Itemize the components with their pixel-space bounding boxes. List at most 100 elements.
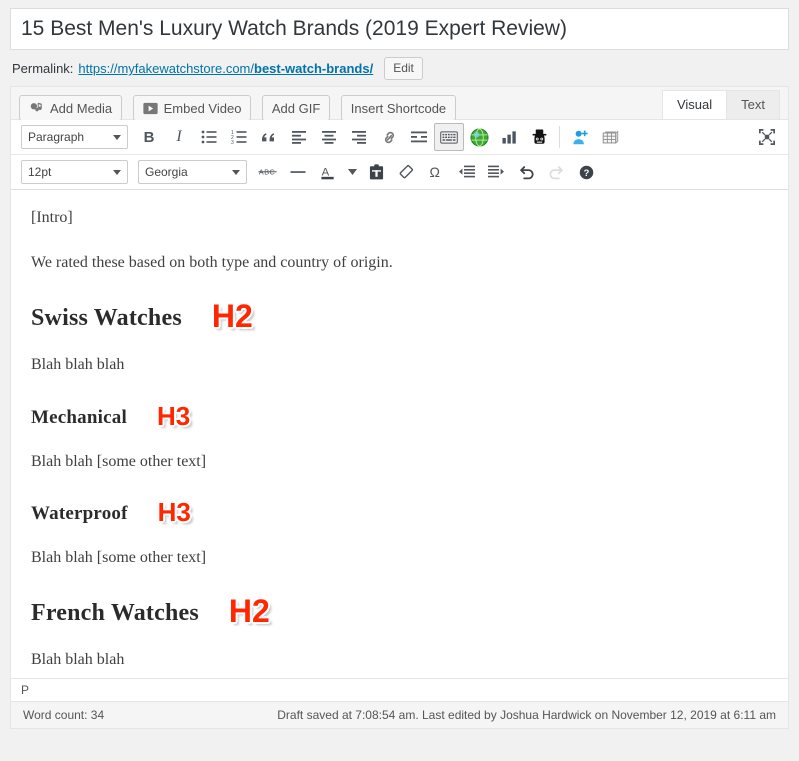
strikethrough-button[interactable]: ABC	[253, 158, 283, 186]
add-media-button[interactable]: Add Media	[19, 95, 122, 121]
font-family-value: Georgia	[145, 165, 224, 179]
bulleted-list-button[interactable]	[194, 123, 224, 151]
align-center-button[interactable]	[314, 123, 344, 151]
editor-container: Add Media Embed Video Add GIF Insert Sho…	[10, 86, 789, 729]
italic-button[interactable]: I	[164, 123, 194, 151]
permalink-url[interactable]: https://myfakewatchstore.com/best-watch-…	[78, 61, 373, 76]
embed-video-button[interactable]: Embed Video	[133, 95, 252, 121]
undo-icon	[518, 165, 535, 180]
seo-globe-button[interactable]	[464, 123, 494, 151]
svg-text:A: A	[322, 166, 330, 178]
media-buttons-row: Add Media Embed Video Add GIF Insert Sho…	[11, 87, 788, 120]
tab-text[interactable]: Text	[726, 90, 780, 119]
chevron-down-icon	[113, 170, 121, 175]
embed-video-label: Embed Video	[164, 101, 242, 116]
insert-link-button[interactable]	[374, 123, 404, 151]
annotation-h3-waterproof: H3	[158, 497, 191, 528]
wordpress-post-editor: Permalink: https://myfakewatchstore.com/…	[0, 0, 799, 761]
editor-content-area[interactable]: [Intro] We rated these based on both typ…	[11, 190, 788, 678]
spy-hat-icon	[531, 129, 548, 145]
add-user-icon	[572, 130, 589, 145]
numbered-list-icon: 1 2 3	[231, 130, 247, 144]
heading-row-waterproof: Waterproof H3	[31, 495, 768, 526]
undo-button[interactable]	[511, 158, 541, 186]
clear-formatting-button[interactable]	[391, 158, 421, 186]
text-color-button[interactable]: A	[313, 158, 343, 186]
heading-mechanical: Mechanical	[31, 407, 127, 429]
font-size-select[interactable]: 12pt	[21, 160, 128, 184]
decrease-indent-button[interactable]	[451, 158, 481, 186]
table-icon	[602, 130, 619, 145]
add-user-button[interactable]	[565, 123, 595, 151]
align-right-button[interactable]	[344, 123, 374, 151]
editor-mode-tabs: Visual Text	[663, 90, 780, 119]
fullscreen-button[interactable]	[752, 123, 782, 151]
text-color-dropdown[interactable]	[343, 158, 361, 186]
annotation-h2-swiss: H2	[212, 298, 253, 335]
permalink-slug: best-watch-brands/	[254, 61, 373, 76]
numbered-list-button[interactable]: 1 2 3	[224, 123, 254, 151]
paragraph-format-select[interactable]: Paragraph	[21, 125, 128, 149]
special-character-button[interactable]: Ω	[421, 158, 451, 186]
seo-globe-icon	[470, 128, 489, 147]
read-more-icon	[411, 131, 427, 143]
link-icon	[381, 130, 398, 145]
toolbar-toggle-button[interactable]	[434, 123, 464, 151]
horizontal-line-button[interactable]	[283, 158, 313, 186]
align-left-icon	[291, 130, 307, 144]
insert-shortcode-button[interactable]: Insert Shortcode	[341, 95, 456, 121]
align-right-icon	[351, 130, 367, 144]
post-title-input[interactable]	[10, 8, 789, 50]
keyboard-icon	[440, 131, 458, 144]
chevron-down-icon	[348, 169, 357, 175]
add-media-icon	[29, 101, 44, 116]
permalink-base: https://myfakewatchstore.com/	[78, 61, 254, 76]
help-button[interactable]: ?	[571, 158, 601, 186]
bold-icon: B	[144, 129, 155, 146]
bold-button[interactable]: B	[134, 123, 164, 151]
omega-icon: Ω	[429, 164, 443, 180]
font-family-select[interactable]: Georgia	[138, 160, 247, 184]
paragraph-intro: [Intro]	[31, 206, 768, 229]
strikethrough-icon: ABC	[258, 166, 278, 178]
redo-icon	[548, 165, 565, 180]
toolbar-row-2: 12pt Georgia ABC	[11, 155, 788, 190]
paragraph-blah-1: Blah blah blah	[31, 353, 768, 376]
heading-row-french-watches: French Watches H2	[31, 591, 768, 628]
add-gif-label: Add GIF	[272, 101, 320, 116]
align-center-icon	[321, 130, 337, 144]
redo-button[interactable]	[541, 158, 571, 186]
annotation-h3-mechanical: H3	[157, 401, 190, 432]
edit-permalink-button[interactable]: Edit	[384, 57, 423, 80]
align-left-button[interactable]	[284, 123, 314, 151]
insert-table-button[interactable]	[595, 123, 625, 151]
chevron-down-icon	[113, 135, 121, 140]
heading-row-mechanical: Mechanical H3	[31, 399, 768, 430]
element-path-value: P	[21, 683, 29, 697]
bar-chart-button[interactable]	[494, 123, 524, 151]
horizontal-rule-icon	[290, 167, 306, 177]
font-size-value: 12pt	[28, 165, 105, 179]
bar-chart-icon	[502, 130, 517, 144]
paste-as-text-button[interactable]	[361, 158, 391, 186]
increase-indent-button[interactable]	[481, 158, 511, 186]
svg-text:?: ?	[583, 168, 589, 178]
tab-visual[interactable]: Visual	[662, 90, 727, 119]
heading-swiss-watches: Swiss Watches	[31, 305, 182, 332]
paragraph-format-value: Paragraph	[28, 130, 105, 144]
heading-french-watches: French Watches	[31, 600, 199, 627]
video-icon	[143, 102, 158, 115]
eraser-icon	[398, 164, 414, 180]
add-media-label: Add Media	[50, 101, 112, 116]
read-more-button[interactable]	[404, 123, 434, 151]
svg-text:3: 3	[231, 140, 234, 144]
spy-hat-button[interactable]	[524, 123, 554, 151]
quote-icon	[261, 130, 277, 144]
blockquote-button[interactable]	[254, 123, 284, 151]
annotation-h2-french: H2	[229, 593, 270, 630]
element-path-bar[interactable]: P	[11, 678, 788, 701]
indent-icon	[488, 165, 505, 179]
add-gif-button[interactable]: Add GIF	[262, 95, 330, 121]
heading-row-swiss-watches: Swiss Watches H2	[31, 296, 768, 333]
paragraph-blah-3: Blah blah [some other text]	[31, 546, 768, 569]
